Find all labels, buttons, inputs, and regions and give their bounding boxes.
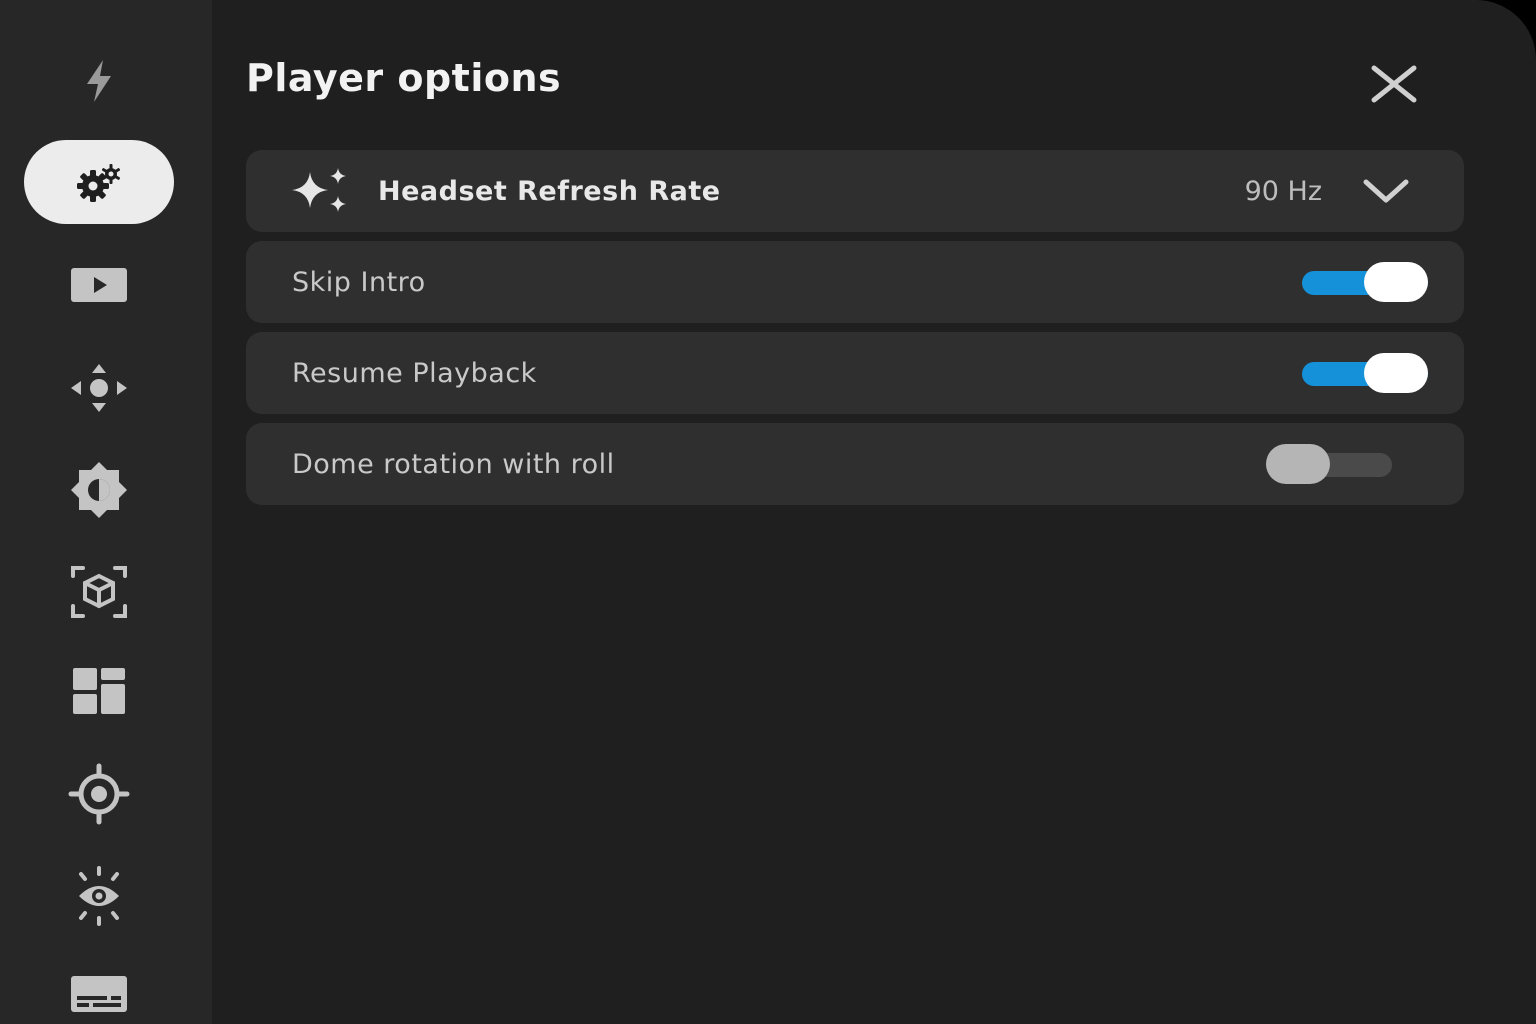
sidebar-item-settings[interactable] — [24, 140, 174, 224]
main-content: Player options Headset Refresh Rate 90 H… — [212, 0, 1536, 1024]
dome-rotation-toggle[interactable] — [1266, 444, 1392, 484]
close-icon — [1371, 65, 1417, 103]
brightness-icon — [71, 462, 127, 518]
page-title: Player options — [246, 56, 562, 100]
refresh-rate-dropdown[interactable]: Headset Refresh Rate 90 Hz — [246, 150, 1464, 232]
refresh-rate-value: 90 Hz — [1244, 175, 1322, 207]
sidebar-item-subtitles[interactable] — [24, 952, 174, 1024]
close-button[interactable] — [1362, 60, 1426, 108]
sidebar-item-position[interactable] — [24, 346, 174, 430]
dome-rotation-row: Dome rotation with roll — [246, 423, 1464, 505]
dome-rotation-label: Dome rotation with roll — [292, 448, 615, 480]
move-arrows-icon — [71, 364, 127, 412]
skip-intro-toggle[interactable] — [1302, 262, 1428, 302]
sidebar-item-3d[interactable] — [24, 550, 174, 634]
layout-grid-icon — [73, 668, 125, 714]
video-play-icon — [71, 268, 127, 302]
target-icon — [68, 763, 130, 825]
sidebar-item-target[interactable] — [24, 752, 174, 836]
sidebar-item-video[interactable] — [24, 244, 174, 328]
toggle-knob — [1266, 444, 1330, 484]
resume-playback-row: Resume Playback — [246, 332, 1464, 414]
sidebar — [0, 0, 212, 1024]
toggle-knob — [1364, 353, 1428, 393]
sparkle-icon — [292, 168, 346, 212]
3d-cube-icon — [71, 566, 127, 618]
chevron-down-icon — [1363, 179, 1409, 203]
player-options-panel: Player options Headset Refresh Rate 90 H… — [0, 0, 1536, 1024]
skip-intro-row: Skip Intro — [246, 241, 1464, 323]
sidebar-item-layout[interactable] — [24, 650, 174, 734]
resume-playback-toggle[interactable] — [1302, 353, 1428, 393]
refresh-rate-label: Headset Refresh Rate — [378, 175, 721, 207]
lightning-icon — [87, 60, 111, 102]
sidebar-item-view[interactable] — [24, 852, 174, 936]
gears-icon — [77, 164, 121, 202]
skip-intro-label: Skip Intro — [292, 266, 426, 298]
resume-playback-label: Resume Playback — [292, 357, 537, 389]
toggle-knob — [1364, 262, 1428, 302]
subtitles-icon — [71, 976, 127, 1012]
sidebar-item-quick[interactable] — [24, 38, 174, 122]
eye-sun-icon — [79, 866, 119, 926]
sidebar-item-brightness[interactable] — [24, 448, 174, 532]
